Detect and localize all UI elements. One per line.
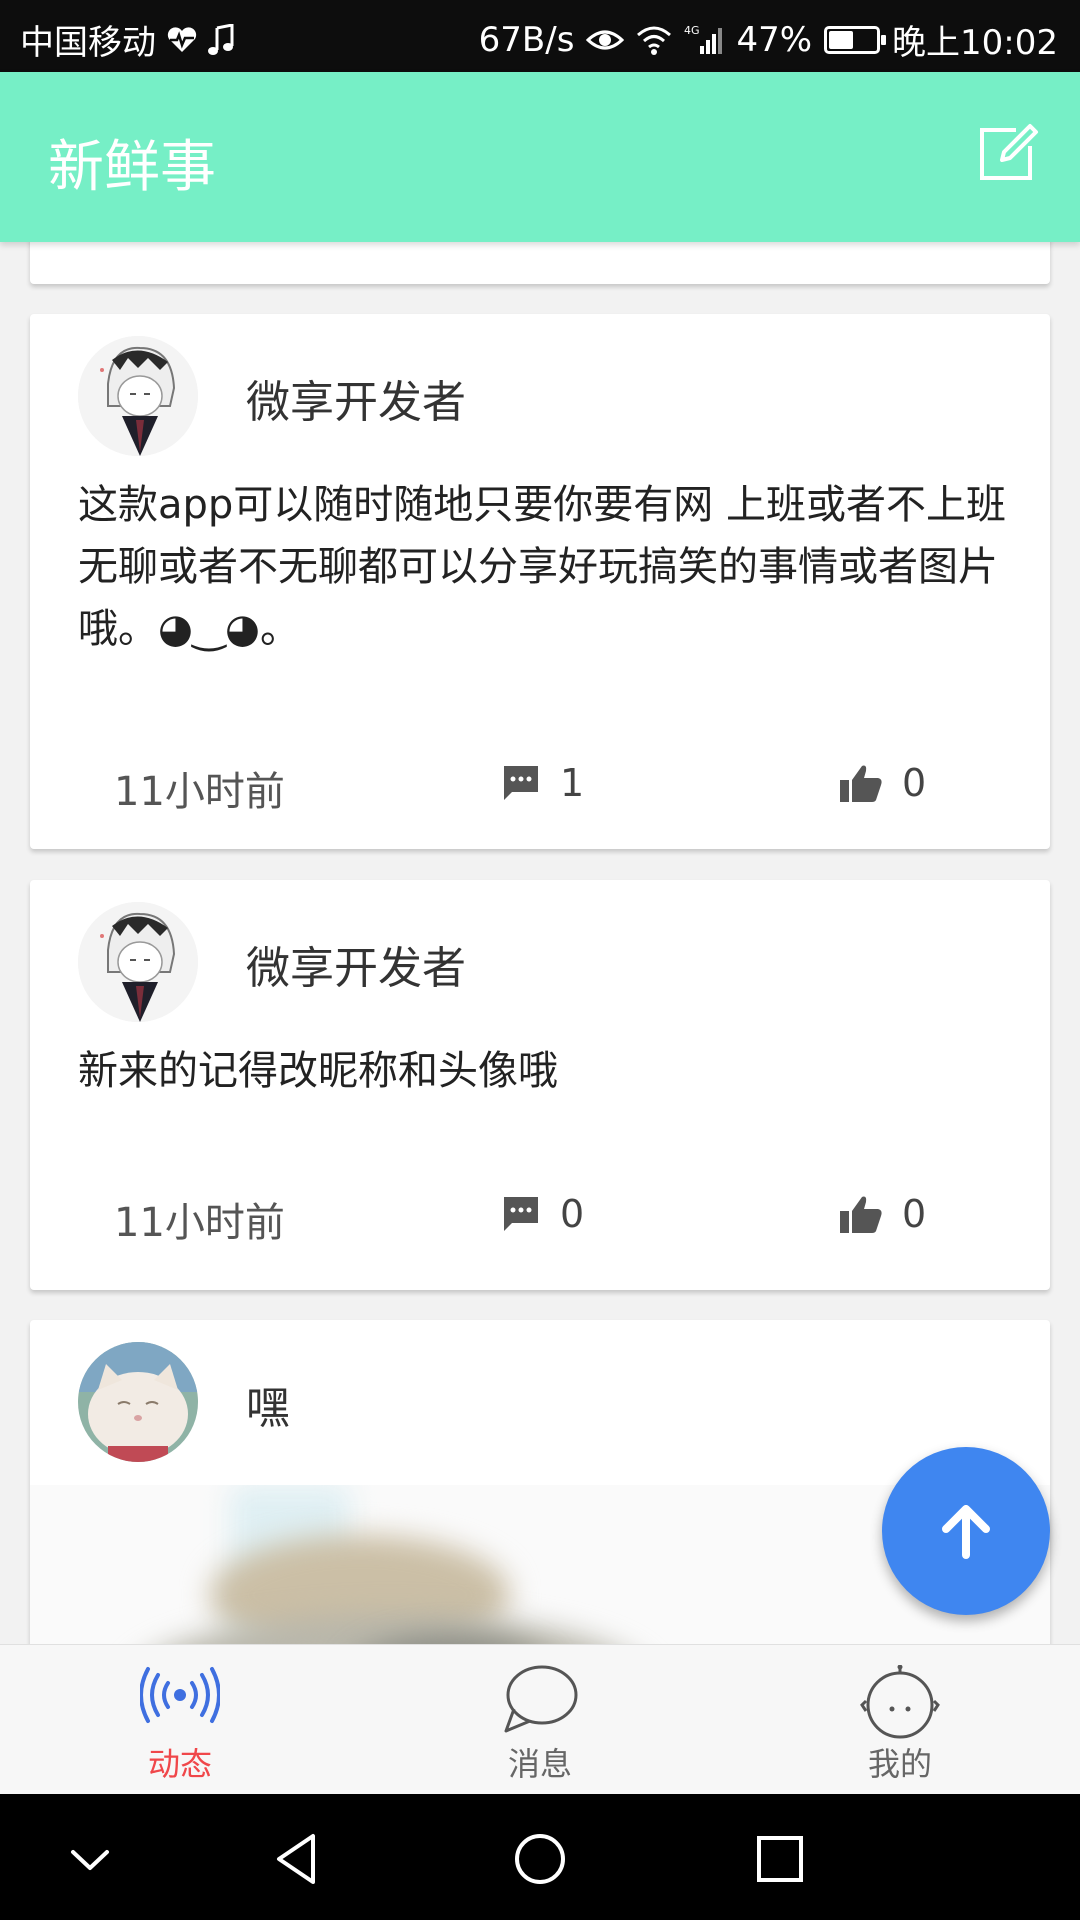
network-speed: 67B/s — [478, 19, 575, 60]
like-button[interactable]: 0 — [838, 761, 926, 805]
person-face-icon — [860, 1664, 940, 1743]
bottom-tab-bar: 动态 消息 我的 — [0, 1644, 1080, 1794]
app-header: 新鲜事 — [0, 72, 1080, 242]
status-bar: 中国移动 67B/s 4G 47% 晚上10:02 — [0, 0, 1080, 72]
post-author[interactable]: 嘿 — [246, 1372, 290, 1436]
network-type-label: 4G — [684, 24, 700, 37]
music-note-icon — [208, 23, 234, 56]
feed-card[interactable]: 微享开发者 这款app可以随时随地只要你要有网 上班或者不上班无聊或者不无聊都可… — [30, 314, 1050, 849]
tab-message[interactable]: 消息 — [440, 1665, 640, 1785]
recents-icon[interactable] — [745, 1824, 815, 1894]
post-content: 新来的记得改昵称和头像哦 — [78, 1048, 558, 1094]
back-icon[interactable] — [265, 1824, 335, 1894]
like-count: 0 — [902, 761, 927, 805]
broadcast-icon — [139, 1665, 221, 1733]
comment-count: 1 — [560, 761, 585, 805]
battery-icon — [824, 25, 887, 54]
post-time: 11小时前 — [114, 1200, 285, 1246]
eye-icon — [586, 27, 625, 53]
like-count: 0 — [902, 1192, 927, 1236]
feed-list[interactable]: 微享开发者 这款app可以随时随地只要你要有网 上班或者不上班无聊或者不无聊都可… — [0, 242, 1080, 1644]
tab-label: 动态 — [147, 1745, 212, 1783]
scroll-top-button[interactable] — [882, 1447, 1050, 1615]
feed-card[interactable]: 微享开发者 新来的记得改昵称和头像哦 11小时前 0 0 — [30, 880, 1050, 1290]
signal-4g-icon: 4G — [684, 24, 724, 56]
clock: 晚上10:02 — [892, 23, 1058, 63]
page-title: 新鲜事 — [48, 135, 216, 200]
comment-count: 0 — [560, 1192, 585, 1236]
post-content: 这款app可以随时随地只要你要有网 上班或者不上班无聊或者不无聊都可以分享好玩搞… — [78, 482, 1007, 652]
post-author[interactable]: 微享开发者 — [246, 932, 466, 996]
feed-card-previous[interactable] — [30, 242, 1050, 284]
tab-label: 我的 — [867, 1745, 932, 1783]
post-author[interactable]: 微享开发者 — [246, 366, 466, 430]
avatar[interactable] — [78, 1342, 198, 1462]
comment-button[interactable]: 1 — [500, 761, 584, 805]
wifi-icon — [636, 25, 672, 55]
thumbs-up-icon — [840, 765, 882, 802]
post-time: 11小时前 — [114, 769, 285, 815]
comment-icon — [504, 1197, 538, 1231]
avatar[interactable] — [78, 336, 198, 456]
tab-dynamic[interactable]: 动态 — [80, 1665, 280, 1785]
post-meta: 11小时前 1 0 — [30, 759, 1050, 819]
thumbs-up-icon — [840, 1196, 882, 1233]
battery-percent: 47% — [736, 19, 813, 60]
post-meta: 11小时前 0 0 — [30, 1190, 1050, 1250]
tab-mine[interactable]: 我的 — [800, 1664, 1000, 1785]
heart-monitor-icon — [166, 26, 198, 54]
home-icon[interactable] — [505, 1824, 575, 1894]
avatar[interactable] — [78, 902, 198, 1022]
tab-label: 消息 — [507, 1745, 572, 1783]
like-button[interactable]: 0 — [838, 1192, 926, 1236]
carrier-label: 中国移动 — [20, 23, 156, 63]
comment-button[interactable]: 0 — [500, 1192, 584, 1236]
system-nav-bar — [0, 1794, 1080, 1920]
comment-icon — [504, 766, 538, 800]
edit-icon[interactable] — [976, 122, 1040, 186]
chat-bubble-icon — [500, 1665, 580, 1741]
arrow-up-icon — [942, 1505, 990, 1559]
chevron-down-icon[interactable] — [55, 1824, 125, 1894]
